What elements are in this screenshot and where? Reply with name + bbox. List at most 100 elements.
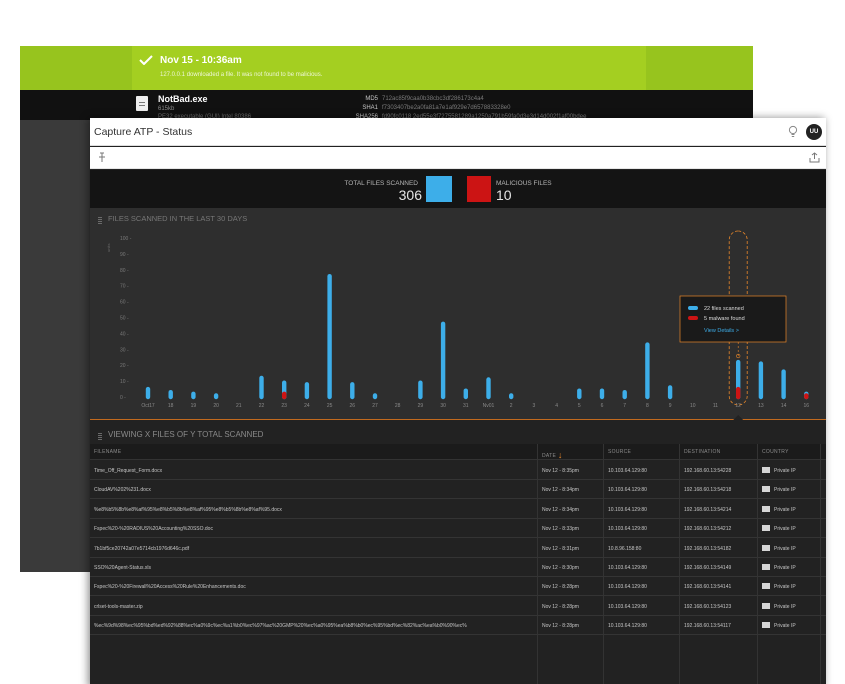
y-tick-label: 90 -	[120, 252, 129, 258]
flag-icon	[762, 564, 770, 570]
flag-icon	[762, 525, 770, 532]
hash-key: SHA1	[362, 105, 378, 111]
x-tick-label: 27	[372, 403, 378, 409]
x-tick-label: 29	[418, 403, 424, 409]
x-tick-label: 19	[191, 403, 197, 409]
table-row[interactable]: Time_Off_Request_Form.docx Nov 12 - 8:35p…	[90, 461, 826, 480]
x-tick-label: 13	[758, 403, 764, 409]
col-header-filename[interactable]: FILENAME	[94, 449, 121, 455]
total-files-swatch	[426, 176, 452, 202]
x-tick-label: 22	[259, 403, 265, 409]
y-axis-label: units	[106, 244, 111, 252]
table-row[interactable]: crlset-tools-master.zip Nov 12 - 8:28pm 10…	[90, 597, 826, 616]
x-tick-label: 8	[646, 403, 649, 409]
x-tick-label: 5	[578, 403, 581, 409]
flag-icon	[762, 544, 770, 551]
cell-destination: 192.168.60.13:54149	[684, 565, 732, 571]
y-tick-label: 30 -	[120, 347, 129, 353]
cell-country: Private IP	[774, 526, 796, 533]
cell-filename: SSO%20Agent-Status.xls	[94, 565, 151, 571]
y-tick-label: 40 -	[120, 331, 129, 337]
col-header-date-label: DATE	[542, 453, 557, 459]
table-row[interactable]: %ec%9d%98%ec%95%bd%ed%92%88%ec%a0%9c%ec%…	[90, 616, 826, 636]
sort-desc-icon: ↓	[557, 450, 563, 460]
flag-icon	[762, 622, 770, 629]
cell-filename: crlset-tools-master.zip	[94, 603, 143, 610]
y-tick-label: 70 -	[120, 284, 129, 290]
cell-source: 10.103.64.129:80	[608, 506, 647, 513]
tooltip-scanned-text: 22 files scanned	[704, 306, 744, 312]
cell-destination: 192.168.60.13:54214	[684, 506, 732, 513]
table-row[interactable]: SSO%20Agent-Status.xls Nov 12 - 8:30pm 10.…	[90, 558, 826, 577]
drag-handle-icon[interactable]	[98, 433, 102, 439]
cell-country: Private IP	[774, 545, 796, 552]
cell-source: 10.103.64.129:80	[608, 526, 647, 533]
table-row[interactable]: Fspec%20-%20Firewall%20Access%20Rule%20E…	[90, 577, 826, 597]
x-tick-label: 6	[601, 403, 604, 409]
page-title: Capture ATP - Status	[94, 126, 193, 138]
cell-filename: Fspec%20-%20RADIUS%20Accounting%20SSO.do…	[94, 526, 213, 533]
cell-source: 10.8.96.158:80	[608, 545, 642, 552]
files-table-panel: VIEWING X FILES OF Y TOTAL SCANNED FILEN…	[90, 421, 826, 684]
cell-destination: 192.168.60.13:54123	[684, 603, 732, 610]
cell-country: Private IP	[774, 565, 796, 571]
view-details-link[interactable]: View Details >	[704, 328, 739, 334]
x-tick-label: 14	[781, 403, 787, 409]
table-row[interactable]: %e8%b5%8b%e8%af%95%e8%b5%8b%e8%af%95%e8%…	[90, 500, 826, 519]
cell-source: 10.103.64.129:80	[608, 487, 647, 494]
cell-date: Nov 12 - 8:34pm	[542, 487, 579, 494]
flag-icon	[762, 486, 770, 493]
x-tick-label: 3	[533, 403, 536, 409]
y-tick-label: 50 -	[120, 316, 129, 322]
x-tick-label: 18	[168, 403, 174, 409]
cell-country: Private IP	[774, 584, 796, 591]
notification-message: 127.0.0.1 downloaded a file. It was not …	[160, 72, 323, 78]
cell-filename: Time_Off_Request_Form.docx	[94, 468, 163, 474]
x-tick-label: 28	[395, 403, 401, 409]
table-row[interactable]: Fspec%20-%20RADIUS%20Accounting%20SSO.do…	[90, 519, 826, 539]
cell-filename: CloudAV%202%231.docx	[94, 487, 151, 494]
x-tick-label: 7	[623, 403, 626, 409]
cell-date: Nov 12 - 8:28pm	[542, 603, 579, 610]
x-tick-label: 2	[510, 403, 513, 409]
col-header-country[interactable]: COUNTRY	[762, 449, 789, 455]
cell-filename: %ec%9d%98%ec%95%bd%ed%92%88%ec%a0%9c%ec%…	[94, 623, 467, 630]
summary-bar: TOTAL FILES SCANNED 306 MALICIOUS FILES …	[90, 170, 826, 208]
col-header-destination[interactable]: DESTINATION	[684, 449, 721, 455]
lightbulb-icon[interactable]	[787, 125, 799, 139]
title-bar: Capture ATP - Status UU	[90, 118, 826, 146]
x-tick-label: 26	[350, 403, 356, 409]
x-tick-label: 25	[327, 403, 333, 409]
table-row[interactable]: CloudAV%202%231.docx Nov 12 - 8:34pm 10.10…	[90, 480, 826, 500]
y-tick-label: 10 -	[120, 379, 129, 385]
cell-date: Nov 12 - 8:31pm	[542, 545, 579, 552]
malicious-files-label: MALICIOUS FILES	[496, 180, 552, 187]
cell-source: 10.103.64.129:80	[608, 468, 647, 474]
capture-atp-window: Capture ATP - Status UU TOTAL FILES SCAN…	[90, 118, 826, 684]
cell-source: 10.103.64.129:80	[608, 623, 647, 630]
cell-source: 10.103.64.129:80	[608, 565, 647, 571]
checkmark-icon	[139, 55, 153, 65]
selection-notch	[733, 415, 744, 420]
export-icon[interactable]	[809, 152, 820, 163]
x-tick-label: 21	[236, 403, 242, 409]
file-size: 615kb	[158, 106, 175, 112]
flag-icon	[762, 602, 770, 609]
cell-filename: %e8%b5%8b%e8%af%95%e8%b5%8b%e8%af%95%e8%…	[94, 506, 282, 513]
cell-date: Nov 12 - 8:35pm	[542, 468, 579, 474]
hash-sha1: SHA1 f7303407be2a0fa81a7e1af929e7d6578833…	[320, 105, 730, 111]
cell-destination: 192.168.60.13:54117	[684, 623, 731, 630]
cell-date: Nov 12 - 8:28pm	[542, 623, 579, 630]
cell-country: Private IP	[774, 623, 796, 630]
table-row[interactable]: 7b1bf5ce20742a07e5714cb1976d646c.pdf Nov …	[90, 539, 826, 558]
x-tick-label: 11	[713, 403, 718, 409]
x-tick-label: 16	[804, 403, 810, 409]
cell-date: Nov 12 - 8:33pm	[542, 526, 579, 533]
pin-icon[interactable]	[97, 152, 107, 163]
tooltip-malware-swatch	[688, 316, 698, 320]
user-avatar[interactable]: UU	[806, 124, 822, 140]
x-tick-label: 10	[690, 403, 696, 409]
col-header-source[interactable]: SOURCE	[608, 449, 631, 455]
col-header-date[interactable]: DATE ↓	[542, 449, 563, 460]
table-header: FILENAME DATE ↓ SOURCE DESTINATION COUNT…	[90, 444, 826, 460]
